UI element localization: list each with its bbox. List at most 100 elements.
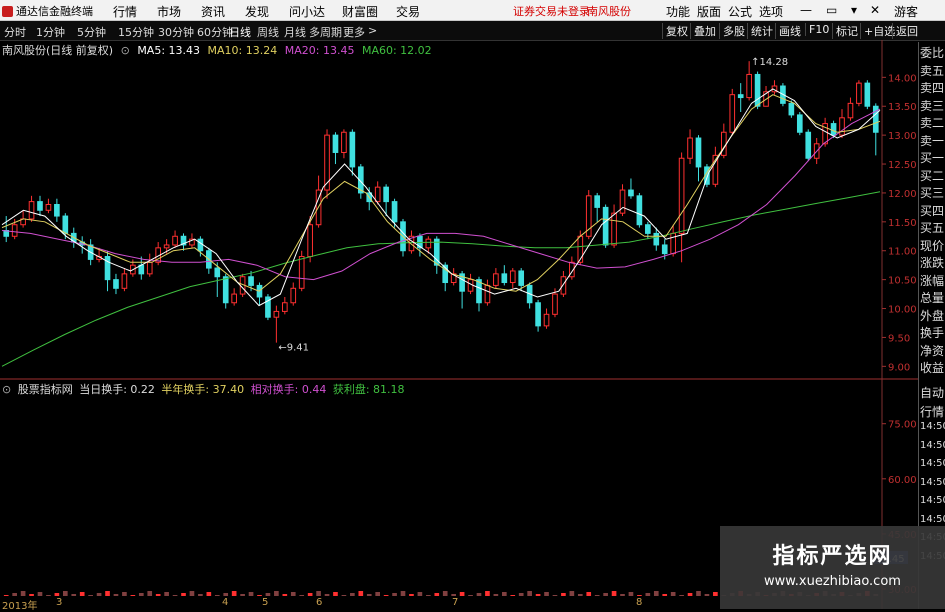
side-panel-bottom-label[interactable]: 14:50 xyxy=(920,477,945,488)
volume-bar xyxy=(12,593,17,596)
side-panel-label[interactable]: 委比 xyxy=(920,44,944,61)
guest-button[interactable]: 游客 xyxy=(894,3,918,20)
minimize-icon[interactable]: — xyxy=(800,3,812,17)
menu-bar: 通达信金融终端 行情 市场 资讯 发现 问小达 财富圈 交易 证券交易未登录 南… xyxy=(0,0,945,21)
menu-quotes[interactable]: 行情 xyxy=(113,3,137,20)
volume-bar xyxy=(62,591,68,596)
side-panel-label[interactable]: 涨幅 xyxy=(920,272,944,289)
period-tab-daily[interactable]: 日线 xyxy=(229,24,251,40)
volume-bar xyxy=(637,595,642,596)
volume-bar xyxy=(375,592,381,596)
menu-trade[interactable]: 交易 xyxy=(396,3,420,20)
restore-icon[interactable]: ▭ xyxy=(826,3,837,17)
side-panel-bottom-label[interactable]: 14:50 xyxy=(920,440,945,451)
stock-name-label: 南风股份 xyxy=(587,5,631,18)
overlay-button[interactable]: 叠加 xyxy=(690,23,716,39)
menu-formula[interactable]: 公式 xyxy=(728,3,752,20)
side-panel-label[interactable]: 卖四 xyxy=(920,79,944,96)
price-tick-label: 10.00 xyxy=(888,305,917,316)
volume-bar xyxy=(3,595,9,596)
chevron-down-icon[interactable]: ▾ xyxy=(851,3,857,17)
side-panel-label[interactable]: 买二 xyxy=(920,167,944,184)
period-tab-multi[interactable]: 多周期 xyxy=(309,24,342,40)
app-title: 通达信金融终端 xyxy=(2,3,93,19)
side-panel-label[interactable]: 买三 xyxy=(920,184,944,201)
multi-stock-button[interactable]: 多股 xyxy=(719,23,745,39)
side-panel-bottom-label[interactable]: 自动 xyxy=(920,384,944,401)
side-panel-label[interactable]: 买四 xyxy=(920,202,944,219)
stats-button[interactable]: 统计 xyxy=(747,23,773,39)
chevron-right-icon[interactable]: > xyxy=(368,24,377,37)
side-panel-bottom-label[interactable]: 14:50 xyxy=(920,495,945,506)
volume-bar xyxy=(611,591,617,596)
period-tab-weekly[interactable]: 周线 xyxy=(257,24,279,40)
period-tab-monthly[interactable]: 月线 xyxy=(284,24,306,40)
candle-body xyxy=(493,273,499,286)
side-panel-label[interactable]: 卖一 xyxy=(920,132,944,149)
volume-bar xyxy=(451,594,456,596)
side-panel-bottom-label[interactable]: 14:50 xyxy=(920,458,945,469)
volume-bar xyxy=(265,593,271,596)
period-tab-30min[interactable]: 30分钟 xyxy=(158,24,194,40)
ma-line-ma10 xyxy=(1,94,881,292)
mark-button[interactable]: 标记 xyxy=(832,23,858,39)
side-panel-label[interactable]: 买五 xyxy=(920,219,944,236)
period-tab-more[interactable]: 更多 xyxy=(343,24,365,40)
period-tab-15min[interactable]: 15分钟 xyxy=(118,24,154,40)
adjust-button[interactable]: 复权 xyxy=(662,23,688,39)
menu-ask[interactable]: 问小达 xyxy=(289,3,325,20)
side-panel-label[interactable]: 外盘 xyxy=(920,307,944,324)
gear-icon[interactable]: ⊙ xyxy=(121,44,130,57)
f10-button[interactable]: F10 xyxy=(805,23,829,36)
side-panel-label[interactable]: 卖二 xyxy=(920,114,944,131)
menu-news[interactable]: 资讯 xyxy=(201,3,225,20)
side-panel-label[interactable]: 收益 xyxy=(920,359,944,376)
side-panel-label[interactable]: 净资 xyxy=(920,342,944,359)
volume-bar xyxy=(696,591,701,596)
side-panel-bottom-label[interactable]: 行情 xyxy=(920,403,944,420)
candle-body xyxy=(222,276,229,304)
side-panel-label[interactable]: 买一 xyxy=(920,149,944,166)
volume-bar xyxy=(417,592,423,596)
side-panel-bottom-label[interactable]: 14:50 xyxy=(920,421,945,432)
volume-bar xyxy=(71,594,77,596)
volume-bar xyxy=(358,591,364,596)
indicator-gear-icon[interactable]: ⊙ xyxy=(2,383,11,396)
side-panel-label[interactable]: 卖五 xyxy=(920,62,944,79)
side-panel-label[interactable]: 涨跌 xyxy=(920,254,944,271)
watermark-logo: 指标严选网 www.xuezhibiao.com xyxy=(720,526,945,609)
menu-layout[interactable]: 版面 xyxy=(697,3,721,20)
volume-bar xyxy=(350,593,355,596)
menu-function[interactable]: 功能 xyxy=(666,3,690,20)
side-panel-bottom-label[interactable]: 14:50 xyxy=(920,514,945,525)
period-tab-60min[interactable]: 60分钟 xyxy=(197,24,233,40)
x-axis-month-label: 5 xyxy=(262,597,269,608)
ma-line-ma20 xyxy=(1,108,881,281)
volume-bar xyxy=(172,595,178,596)
side-panel-label[interactable]: 换手 xyxy=(920,324,944,341)
period-tab-1min[interactable]: 1分钟 xyxy=(36,24,65,40)
side-panel-label[interactable]: 卖三 xyxy=(920,97,944,114)
volume-bar xyxy=(518,593,524,596)
period-tab-5min[interactable]: 5分钟 xyxy=(77,24,106,40)
volume-bar xyxy=(544,592,549,596)
candle-body xyxy=(737,94,744,99)
candle-body xyxy=(37,201,43,211)
candle-body xyxy=(113,279,119,289)
side-panel-label[interactable]: 现价 xyxy=(920,237,944,254)
price-tick-label: 11.50 xyxy=(888,218,917,229)
trade-status[interactable]: 证券交易未登录 xyxy=(513,3,590,19)
menu-options[interactable]: 选项 xyxy=(759,3,783,20)
period-tab-timeshare[interactable]: 分时 xyxy=(4,24,26,40)
draw-button[interactable]: 画线 xyxy=(775,23,801,39)
close-icon[interactable]: ✕ xyxy=(870,3,880,17)
side-panel-label[interactable]: 总量 xyxy=(920,289,944,306)
volume-bar xyxy=(459,592,465,596)
back-button[interactable]: 返回 xyxy=(892,23,918,39)
menu-discover[interactable]: 发现 xyxy=(245,3,269,20)
menu-wealth[interactable]: 财富圈 xyxy=(342,3,378,20)
volume-bar xyxy=(493,594,499,596)
menu-market[interactable]: 市场 xyxy=(157,3,181,20)
add-favorite-button[interactable]: +自选 xyxy=(860,23,895,39)
chart-canvas[interactable]: 9.00 9.50 10.00 10.50 11.00 11.50 12.00 12.50 13… xyxy=(0,40,918,609)
